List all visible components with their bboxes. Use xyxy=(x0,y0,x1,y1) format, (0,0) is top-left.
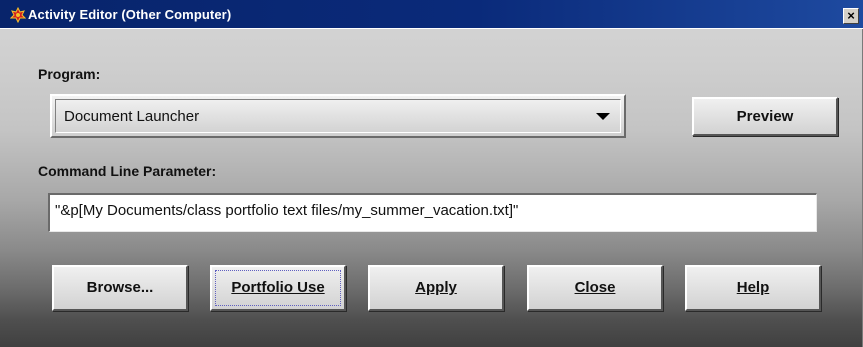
window-title: Activity Editor (Other Computer) xyxy=(28,7,232,22)
command-line-input[interactable]: "&p[My Documents/class portfolio text fi… xyxy=(48,193,817,232)
app-logo-icon xyxy=(10,7,26,23)
program-label: Program: xyxy=(38,66,101,82)
apply-button-label: Apply xyxy=(415,279,457,296)
close-button-label: Close xyxy=(574,279,616,296)
help-button-label: Help xyxy=(736,279,770,296)
title-bar[interactable]: Activity Editor (Other Computer) × xyxy=(0,0,863,29)
browse-button[interactable]: Browse... xyxy=(52,265,188,311)
close-button[interactable]: Close xyxy=(527,265,663,311)
preview-button[interactable]: Preview xyxy=(692,97,838,136)
preview-button-label: Preview xyxy=(736,108,794,125)
apply-button[interactable]: Apply xyxy=(368,265,504,311)
activity-editor-window: Activity Editor (Other Computer) × Progr… xyxy=(0,0,863,347)
portfolio-use-button-label: Portfolio Use xyxy=(231,279,325,296)
browse-button-label: Browse... xyxy=(86,279,154,296)
chevron-down-icon[interactable] xyxy=(596,113,610,120)
command-line-label: Command Line Parameter: xyxy=(38,163,217,179)
program-select-value: Document Launcher xyxy=(64,108,200,125)
help-button[interactable]: Help xyxy=(685,265,821,311)
program-select[interactable]: Document Launcher xyxy=(50,94,626,138)
portfolio-use-button[interactable]: Portfolio Use xyxy=(210,265,346,311)
close-icon[interactable]: × xyxy=(843,8,859,24)
